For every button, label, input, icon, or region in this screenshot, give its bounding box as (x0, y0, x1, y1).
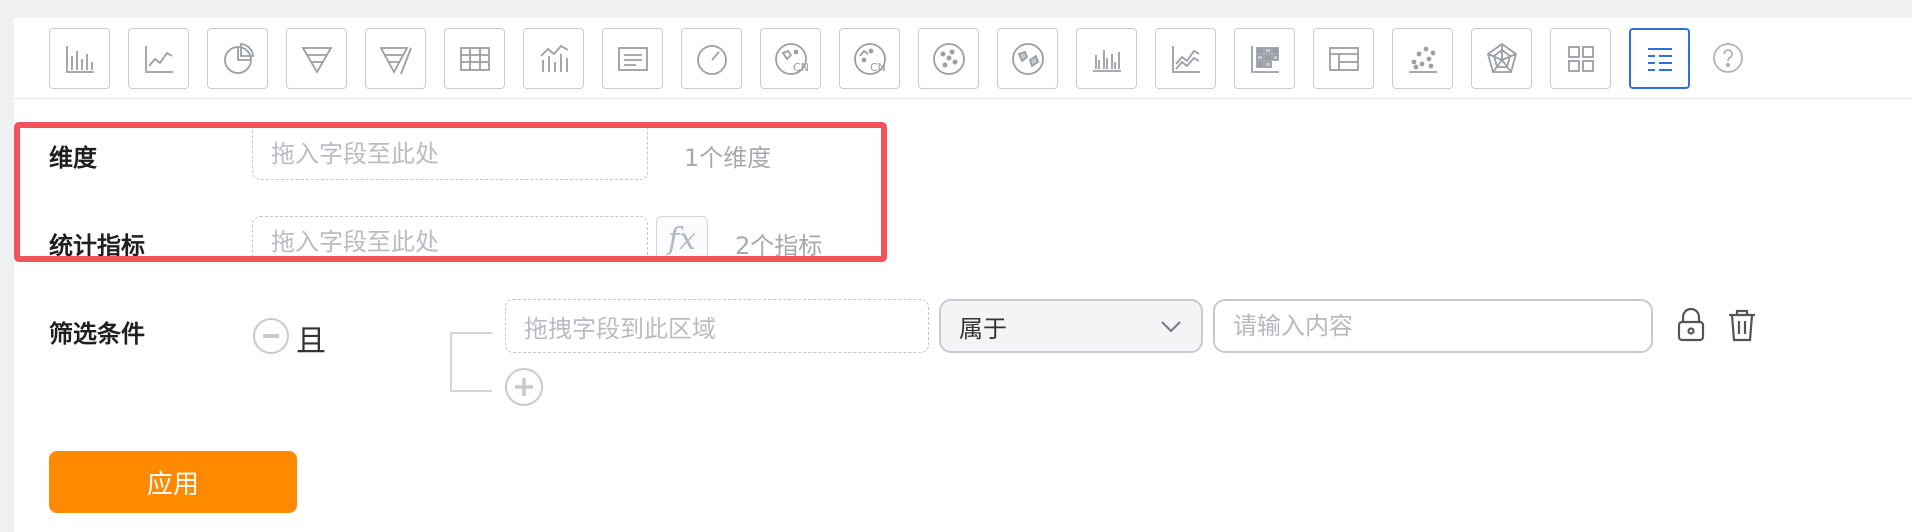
bar-line-combo-icon (539, 44, 568, 72)
scatter-icon (1408, 46, 1437, 73)
chart-type-china-map[interactable]: CN (760, 28, 821, 89)
lock-icon[interactable] (1674, 306, 1708, 344)
china-bubble-map-icon: CN (853, 42, 886, 75)
pivot-table-icon (1328, 46, 1359, 71)
metric-count: 2个指标 (735, 232, 823, 260)
funnel-icon (300, 46, 333, 74)
chart-type-pivot-table[interactable] (1313, 28, 1374, 89)
pie-chart-icon (223, 42, 254, 74)
chart-type-china-bubble-map[interactable]: CN (839, 28, 900, 89)
toolbar-divider (14, 98, 1912, 99)
condition-bracket (450, 332, 492, 392)
chart-type-funnel[interactable] (286, 28, 347, 89)
detail-list-icon (1647, 47, 1672, 71)
help-icon[interactable] (1712, 42, 1744, 74)
dimension-drop-zone[interactable]: 拖入字段至此处 (252, 122, 648, 180)
chart-type-line[interactable] (128, 28, 189, 89)
chart-type-gauge[interactable] (681, 28, 742, 89)
query-panel: CN CN 维度 拖入字段至此处 1个维度 统计指标 拖入字段至此处 fx 2个… (14, 18, 1912, 532)
dimension-label: 维度 (49, 144, 97, 172)
chart-type-bar-line[interactable] (523, 28, 584, 89)
filter-label: 筛选条件 (49, 320, 145, 348)
filter-operator-value: 属于 (959, 314, 1007, 343)
filter-value-input[interactable] (1213, 299, 1653, 353)
chart-type-world-map[interactable] (997, 28, 1058, 89)
cn-badge: CN (870, 61, 886, 74)
chevron-down-icon (1161, 321, 1181, 333)
filter-field-drop-zone[interactable]: 拖拽字段到此区域 (505, 299, 929, 353)
formula-button[interactable]: fx (656, 216, 708, 262)
chart-type-heatmap-table[interactable] (1234, 28, 1295, 89)
chart-type-funnel-compare[interactable] (365, 28, 426, 89)
metric-label: 统计指标 (49, 232, 145, 260)
chart-type-dual-bar[interactable] (1076, 28, 1137, 89)
chart-type-table[interactable] (444, 28, 505, 89)
apply-button[interactable]: 应用 (49, 451, 297, 513)
world-bubble-map-icon (932, 42, 965, 75)
dual-axis-bar-icon (1092, 49, 1121, 72)
cn-badge: CN (793, 61, 809, 74)
bar-chart-icon (65, 45, 94, 73)
heatmap-table-icon (1250, 45, 1279, 73)
chart-type-grid[interactable] (1550, 28, 1611, 89)
chart-type-detail-list[interactable] (1629, 28, 1690, 89)
line-chart-icon (144, 45, 173, 73)
logic-and-label[interactable]: 且 (296, 316, 326, 360)
chart-type-area-line[interactable] (1155, 28, 1216, 89)
chart-type-radar[interactable] (1471, 28, 1532, 89)
world-map-icon (1011, 42, 1044, 75)
funnel-compare-icon (378, 46, 412, 74)
chart-type-text[interactable] (602, 28, 663, 89)
remove-condition-group-icon[interactable] (252, 317, 290, 355)
filter-operator-select[interactable]: 属于 (939, 299, 1203, 353)
delete-trash-icon[interactable] (1725, 306, 1759, 344)
metric-drop-zone[interactable]: 拖入字段至此处 (252, 216, 648, 262)
text-card-icon (617, 46, 648, 71)
dimension-count: 1个维度 (684, 144, 772, 172)
add-condition-icon[interactable] (504, 367, 544, 407)
chart-type-scatter[interactable] (1392, 28, 1453, 89)
grid-layout-icon (1567, 45, 1594, 72)
chart-type-world-bubble-map[interactable] (918, 28, 979, 89)
chart-type-pie[interactable] (207, 28, 268, 89)
china-map-icon: CN (774, 42, 809, 75)
chart-type-bar[interactable] (49, 28, 110, 89)
table-icon (459, 46, 490, 71)
radar-icon (1486, 42, 1517, 73)
area-line-icon (1171, 45, 1200, 73)
gauge-icon (696, 44, 727, 75)
